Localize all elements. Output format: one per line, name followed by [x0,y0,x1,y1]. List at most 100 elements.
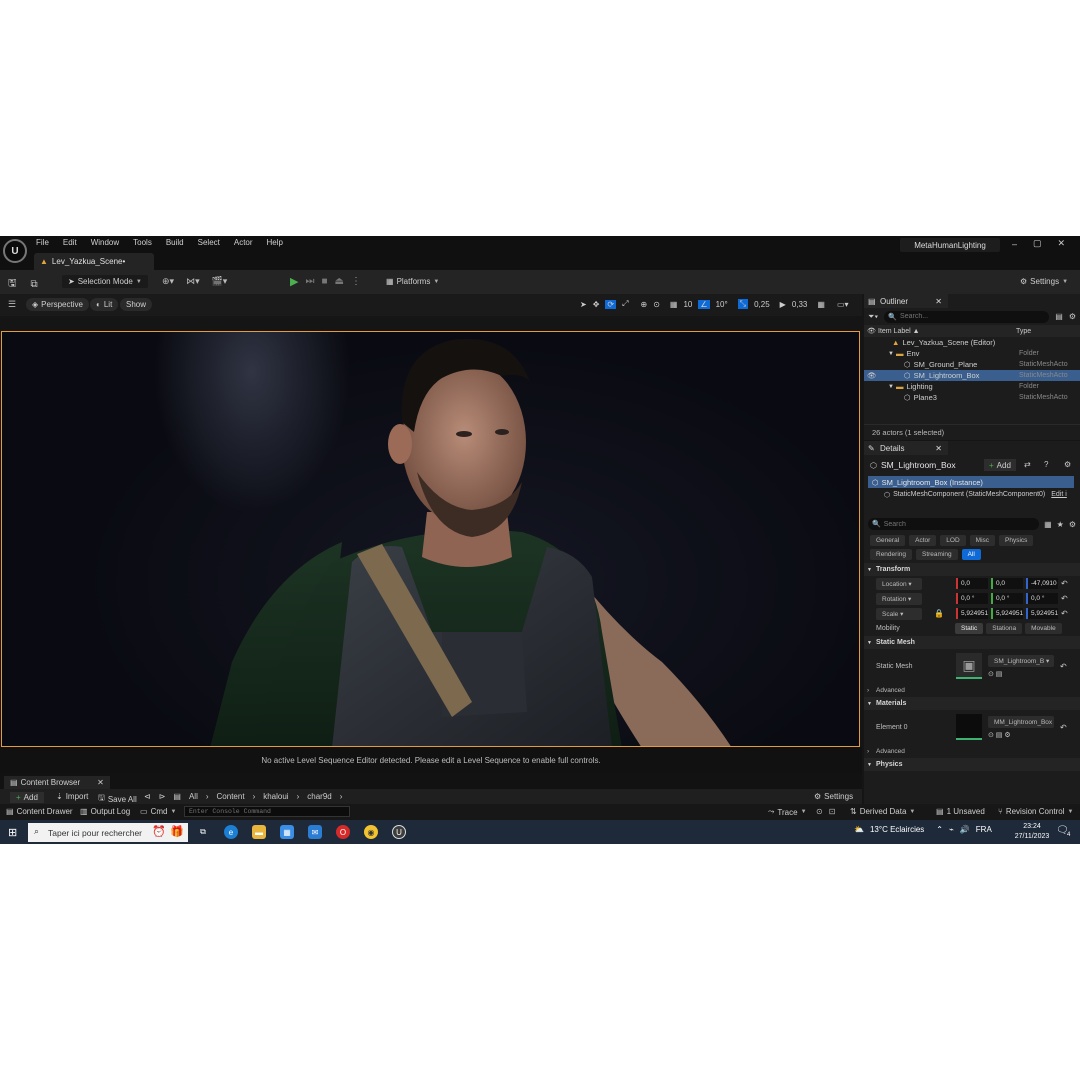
content-drawer-button[interactable]: ▤ Content Drawer [6,807,73,816]
scale-tool-icon[interactable]: ⤢ [622,299,628,309]
minimize-button[interactable]: – [1012,239,1017,249]
scale-snap-icon[interactable]: ⤡ [737,299,749,309]
reset-icon[interactable]: ↶ [1061,594,1068,603]
outliner-search[interactable]: 🔍 [884,310,1050,323]
content-browser-tab[interactable]: ▤ Content Browser ✕ [4,776,110,789]
static-mesh-section[interactable]: ▼ Static Mesh [864,636,1080,649]
advanced-row[interactable]: › Advanced [864,683,1080,697]
revision-control-button[interactable]: ⑂ Revision Control ▼ [998,807,1073,816]
gear-icon[interactable]: ⚙ [1064,460,1071,469]
level-tab[interactable]: ▲ Lev_Yazkua_Scene• [34,253,154,270]
static-mesh-dropdown[interactable]: SM_Lightroom_B ▾ [988,654,1054,667]
unsaved-button[interactable]: ▤ 1 Unsaved [936,807,985,816]
rotation-z[interactable]: 0,0 ° [1026,593,1058,604]
transform-section[interactable]: ▼ Transform [864,563,1080,576]
filter-general[interactable]: General [870,534,906,546]
language-indicator[interactable]: FRA [976,825,992,834]
edge-icon[interactable]: e [224,825,238,839]
record-icon[interactable]: ⊙ [816,807,823,816]
rotation-snap-value[interactable]: 10° [716,300,728,309]
details-add-button[interactable]: + Add [984,459,1016,471]
cb-settings-button[interactable]: ⚙ Settings [814,792,853,801]
mobility-static[interactable]: Static [955,623,984,634]
material-thumbnail[interactable] [956,714,982,740]
level-viewport[interactable] [1,331,860,747]
taskbar-search[interactable]: ⌕ Taper ici pour rechercher ⏰ 🎁 [28,823,188,842]
star-icon[interactable]: ★ [1057,520,1064,529]
menu-actor[interactable]: Actor [234,238,253,247]
chrome-icon[interactable]: ◉ [364,825,378,839]
camera-speed-value[interactable]: 0,33 [792,300,808,309]
weather-text[interactable]: 13°C Eclaircies [870,825,924,834]
unreal-taskbar-icon[interactable]: U [392,825,406,839]
menu-select[interactable]: Select [198,238,220,247]
col-item-label[interactable]: Item Label ▲ [878,328,920,335]
scale-dropdown[interactable]: Scale ▾ [876,607,922,620]
import-button[interactable]: ⇣ Import [56,792,88,801]
browse-icon[interactable]: ⧉ [31,279,38,290]
history-back-icon[interactable]: ⊲ [144,792,151,801]
scale-snap-value[interactable]: 0,25 [754,300,770,309]
reset-icon[interactable]: ↶ [1061,609,1068,618]
file-explorer-icon[interactable]: ▬ [252,825,266,839]
save-icon[interactable]: 🖫 [8,276,17,293]
breadcrumb-all[interactable]: All [189,792,198,801]
close-icon[interactable]: ✕ [97,778,104,787]
menu-tools[interactable]: Tools [133,238,152,247]
scale-z[interactable]: 5,924951 [1026,608,1058,619]
tree-row[interactable]: ▼ ▬ Lighting Folder [864,381,1080,392]
location-dropdown[interactable]: Location ▾ [876,577,922,590]
breadcrumb-khaloui[interactable]: khaloui [263,792,288,801]
output-log-button[interactable]: ▥ Output Log [80,807,130,816]
play-icon[interactable]: ▶ [290,275,298,288]
close-icon[interactable]: ✕ [935,297,942,306]
advanced-row-2[interactable]: › Advanced [864,744,1080,758]
mobility-stationary[interactable]: Stationa [986,623,1023,634]
filter-streaming[interactable]: Streaming [916,548,958,560]
filter-icon[interactable]: ⏷▾ [868,312,878,322]
mesh-thumbnail[interactable]: ▣ [956,653,982,679]
location-y[interactable]: 0,0 [991,578,1023,589]
quick-add-icon[interactable]: ⊕▾ [162,276,174,287]
location-x[interactable]: 0,0 [956,578,988,589]
filter-misc[interactable]: Misc [969,534,996,546]
reset-icon[interactable]: ↶ [1061,579,1068,588]
eject-icon[interactable]: ⏏ [335,276,344,287]
lit-button[interactable]: ◐ Lit [90,298,119,311]
close-icon[interactable]: ✕ [935,444,942,453]
viewport-layout-icon[interactable]: ▭▾ [837,300,849,309]
filter-all[interactable]: All [961,548,981,560]
help-icon[interactable]: ? [1044,460,1048,469]
tree-row[interactable]: ⬡ Plane3 StaticMeshActo [864,392,1080,403]
surface-snap-icon[interactable]: ⊙ [653,300,660,309]
clock-app-icon[interactable]: ⏰ [152,825,166,838]
cinematics-icon[interactable]: 🎬▾ [212,276,228,287]
tree-row[interactable]: ▲ Lev_Yazkua_Scene (Editor) [864,337,1080,348]
location-z[interactable]: -47,0910 [1026,578,1058,589]
viewmode-icon[interactable]: ⊡ [829,807,836,816]
unreal-logo-icon[interactable]: U [3,239,27,263]
blueprint-icon[interactable]: ⇄ [1024,460,1031,469]
volume-icon[interactable]: 🔊 [960,825,970,834]
asset-actions-icon[interactable]: ⊙ ▤ ⚙ [988,731,1054,739]
rotate-tool-icon[interactable]: ⟳ [605,299,617,309]
blueprint-icon[interactable]: ⋈▾ [186,276,200,287]
eye-icon[interactable]: 👁 [867,371,877,380]
maximize-button[interactable]: ▢ [1033,238,1042,249]
tree-row[interactable]: ▼ ▬ Env Folder [864,348,1080,359]
weather-icon[interactable]: ⛅ [854,825,864,834]
notification-icon[interactable]: 🗨 4 [1056,825,1070,838]
add-button[interactable]: + Add [10,792,44,803]
filter-actor[interactable]: Actor [909,534,937,546]
tree-row-selected[interactable]: 👁 ⬡ SM_Lightroom_Box StaticMeshActo [864,370,1080,381]
derived-data-button[interactable]: ⇅ Derived Data ▼ [850,807,915,816]
menu-build[interactable]: Build [166,238,184,247]
filter-physics[interactable]: Physics [999,534,1034,546]
more-options-icon[interactable]: ⋮ [351,276,361,287]
stop-icon[interactable]: ■ [321,276,327,287]
details-search[interactable]: 🔍 [868,518,1040,530]
tree-row[interactable]: ⬡ SM_Ground_Plane StaticMeshActo [864,359,1080,370]
selection-mode-dropdown[interactable]: ➤ Selection Mode ▼ [62,275,148,288]
hamburger-icon[interactable]: ☰ [8,299,16,310]
outliner-search-input[interactable] [900,313,1021,320]
